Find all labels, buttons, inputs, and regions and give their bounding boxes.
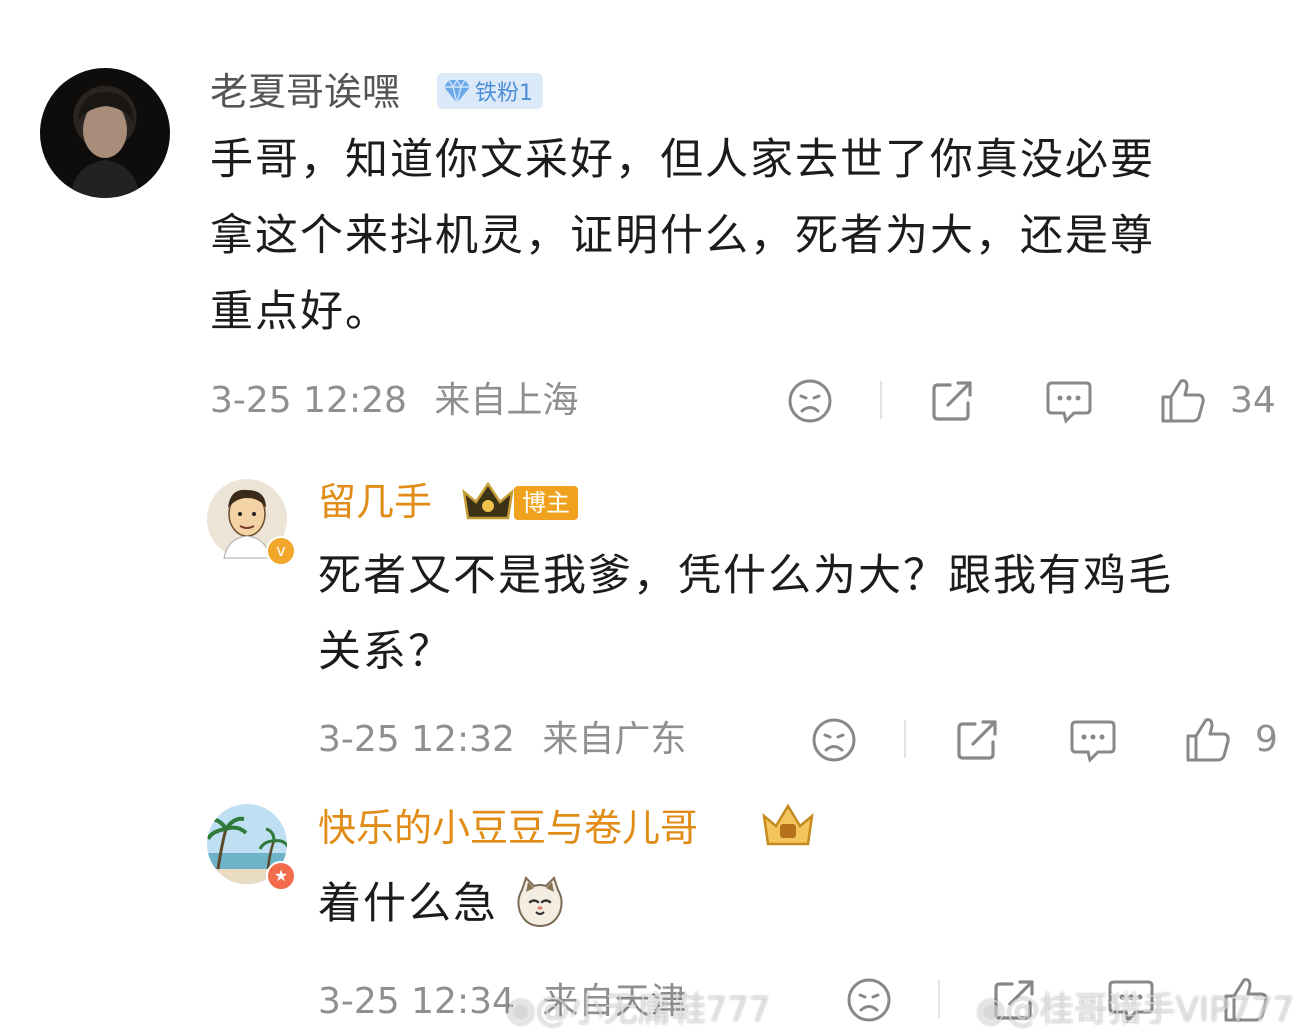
avatar[interactable]: v xyxy=(206,478,296,566)
location: 来自上海 xyxy=(434,380,579,421)
timestamp: 3-25 12:28 xyxy=(210,380,407,421)
watermark: ◉@桂哥猎手VIP777 xyxy=(976,990,1295,1030)
like-count: 34 xyxy=(1230,380,1276,421)
like-count: 9 xyxy=(1255,719,1278,760)
vip-crown-icon xyxy=(758,800,818,850)
username[interactable]: 老夏哥诶嘿 xyxy=(210,70,400,114)
username[interactable]: 留几手 xyxy=(318,480,432,524)
verified-badge: v xyxy=(266,536,296,566)
weibo-logo-icon: ◉ xyxy=(976,990,1006,1030)
fan-badge-label: 铁粉1 xyxy=(475,81,533,106)
timestamp: 3-25 12:32 xyxy=(318,719,515,760)
comment-text: 手哥，知道你文采好，但人家去世了你真没必要 拿这个来抖机灵，证明什么，死者为大，… xyxy=(210,122,1290,350)
share-icon[interactable] xyxy=(953,716,1001,764)
divider xyxy=(938,980,940,1018)
avatar[interactable] xyxy=(40,68,170,198)
avatar-portrait xyxy=(70,92,140,198)
divider xyxy=(904,720,906,758)
comment-meta: 3-25 12:28 来自上海 xyxy=(210,381,578,421)
comment-text-line: 重点好。 xyxy=(210,287,390,337)
username[interactable]: 快乐的小豆豆与卷儿哥 xyxy=(318,806,698,850)
diamond-icon xyxy=(444,78,470,104)
comment-text-line: 关系？ xyxy=(318,627,453,677)
fan-badge: 铁粉1 xyxy=(437,73,543,109)
timestamp: 3-25 12:34 xyxy=(318,981,515,1022)
sad-face-icon[interactable] xyxy=(810,716,858,764)
comment-text-line: 着什么急 xyxy=(318,879,498,929)
host-badge: 博主 xyxy=(514,486,578,520)
comment-text-line: 手哥，知道你文采好，但人家去世了你真没必要 xyxy=(210,135,1155,185)
avatar[interactable]: ★ xyxy=(206,803,296,891)
comment-text-line: 拿这个来抖机灵，证明什么，死者为大，还是尊 xyxy=(210,211,1155,261)
thumbs-up-icon[interactable] xyxy=(1184,714,1232,764)
star-badge: ★ xyxy=(266,861,296,891)
watermark: ◉@小无庸鞋777 xyxy=(506,990,771,1030)
weibo-logo-icon: ◉ xyxy=(506,990,536,1030)
comment-text: 死者又不是我爹，凭什么为大？跟我有鸡毛 关系？ xyxy=(318,538,1288,690)
share-icon[interactable] xyxy=(928,377,976,425)
sad-face-icon[interactable] xyxy=(786,377,834,425)
comment-bubble-icon[interactable] xyxy=(1044,377,1094,425)
comment-text: 着什么急 xyxy=(318,866,498,942)
thumbs-up-icon[interactable] xyxy=(1159,375,1207,425)
comment-meta: 3-25 12:32 来自广东 xyxy=(318,720,686,760)
divider xyxy=(880,381,882,419)
comment-bubble-icon[interactable] xyxy=(1068,716,1118,764)
comment-text-line: 死者又不是我爹，凭什么为大？跟我有鸡毛 xyxy=(318,551,1173,601)
location: 来自广东 xyxy=(542,719,687,760)
sad-face-icon[interactable] xyxy=(845,976,893,1024)
cat-emoji-icon xyxy=(517,876,563,928)
crown-icon xyxy=(460,478,516,524)
